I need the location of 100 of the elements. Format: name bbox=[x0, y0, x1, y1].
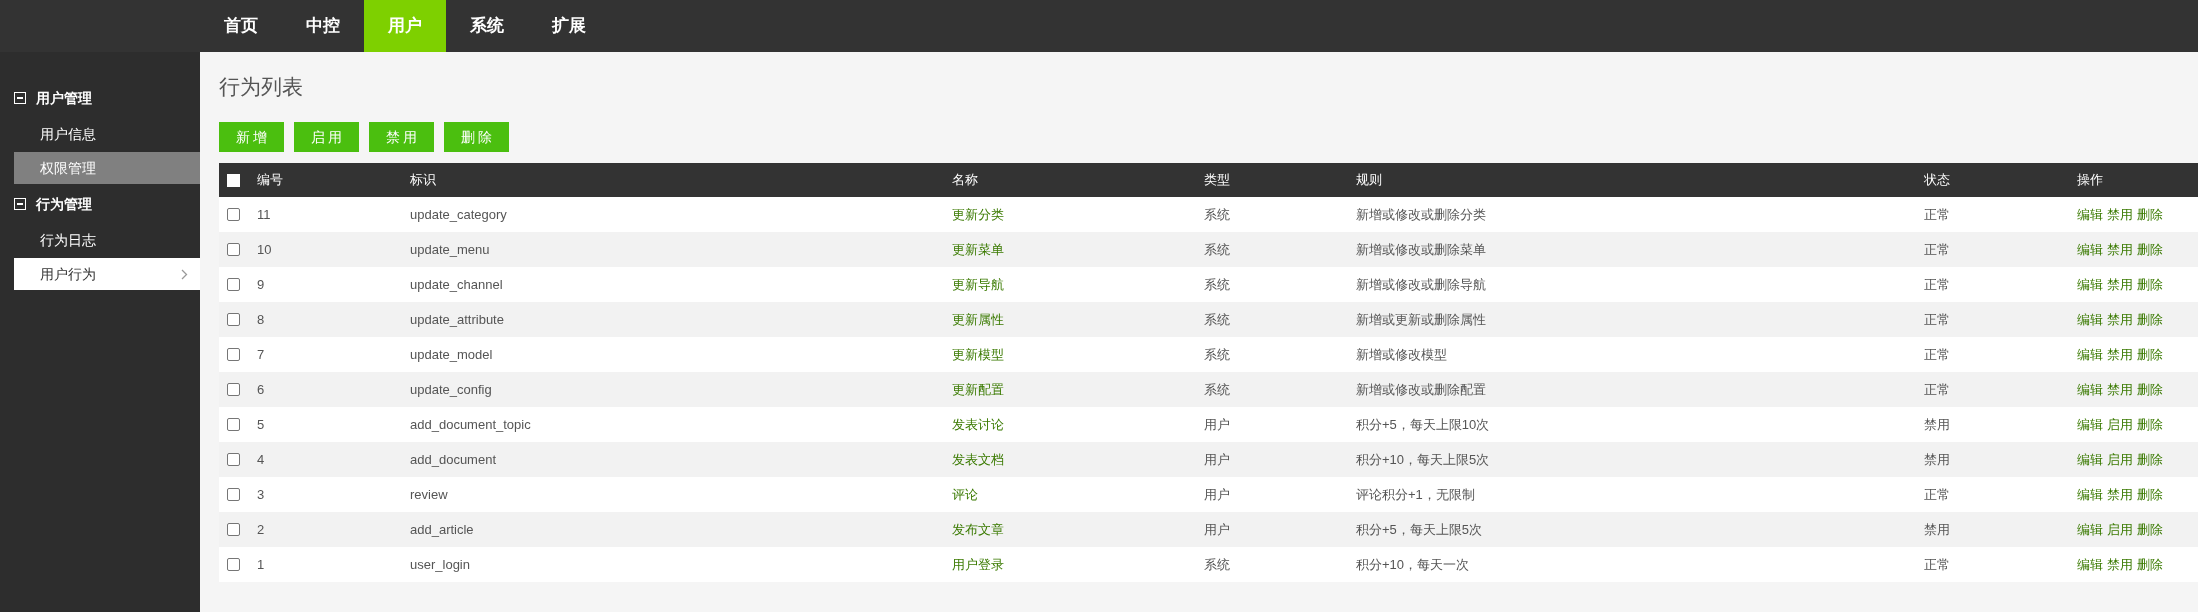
nav-tab[interactable]: 首页 bbox=[200, 0, 282, 52]
table-cell-text: 用户登录 bbox=[952, 555, 1005, 574]
sidebar-item[interactable]: 权限管理 bbox=[14, 152, 200, 184]
action-link[interactable]: 禁用 bbox=[2107, 204, 2133, 225]
sidebar-item[interactable]: 行为日志 bbox=[14, 224, 200, 256]
table-cell-text: 用户 bbox=[1204, 520, 1231, 539]
checkbox[interactable] bbox=[227, 558, 240, 571]
table-cell-text: 新增或修改或删除菜单 bbox=[1356, 240, 1487, 259]
table-cell-text: 11 bbox=[257, 205, 272, 224]
sidebar-item[interactable]: 用户信息 bbox=[14, 118, 200, 150]
column-header: 状态 bbox=[1924, 171, 1951, 190]
table-cell-text: 用户 bbox=[1204, 415, 1231, 434]
sidebar-group-title[interactable]: 行为管理 bbox=[36, 193, 92, 215]
sidebar-group-title[interactable]: 用户管理 bbox=[36, 87, 92, 109]
action-link[interactable]: 编辑 bbox=[2077, 309, 2103, 330]
table-cell-text: 系统 bbox=[1204, 205, 1231, 224]
action-link[interactable]: 禁用 bbox=[2107, 309, 2133, 330]
table-cell-text: 3 bbox=[257, 485, 266, 504]
action-link[interactable]: 编辑 bbox=[2077, 449, 2103, 470]
table-cell-text: 正常 bbox=[1924, 310, 1951, 329]
nav-tab[interactable]: 中控 bbox=[282, 0, 364, 52]
table-cell-text: 系统 bbox=[1204, 310, 1231, 329]
table-cell-text: 禁用 bbox=[1924, 415, 1951, 434]
action-link[interactable]: 禁用 bbox=[2107, 379, 2133, 400]
checkbox[interactable] bbox=[227, 488, 240, 501]
table-cell-text: 更新属性 bbox=[952, 310, 1005, 329]
action-link[interactable]: 编辑 bbox=[2077, 484, 2103, 505]
checkbox[interactable] bbox=[227, 383, 240, 396]
column-header: 编号 bbox=[257, 171, 284, 190]
nav-tab[interactable]: 扩展 bbox=[528, 0, 610, 52]
checkbox[interactable] bbox=[227, 453, 240, 466]
checkbox[interactable] bbox=[227, 418, 240, 431]
table-cell-text: 9 bbox=[257, 275, 266, 294]
action-link[interactable]: 禁用 bbox=[2107, 554, 2133, 575]
action-link[interactable]: 编辑 bbox=[2077, 379, 2103, 400]
collapse-icon[interactable] bbox=[14, 198, 26, 210]
action-link[interactable]: 删除 bbox=[2137, 484, 2163, 505]
table-cell-text: 新增或修改或删除分类 bbox=[1356, 205, 1487, 224]
action-link[interactable]: 删除 bbox=[2137, 239, 2163, 260]
checkbox[interactable] bbox=[227, 313, 240, 326]
table-cell-text: 正常 bbox=[1924, 345, 1951, 364]
action-link[interactable]: 禁用 bbox=[2107, 344, 2133, 365]
action-link[interactable]: 编辑 bbox=[2077, 239, 2103, 260]
table-cell-text: 2 bbox=[257, 520, 266, 539]
table-cell-text: 积分+5，每天上限10次 bbox=[1356, 415, 1491, 434]
checkbox[interactable] bbox=[227, 278, 240, 291]
action-link[interactable]: 删除 bbox=[2137, 309, 2163, 330]
table-cell-text: update_model bbox=[410, 345, 494, 364]
action-link[interactable]: 启用 bbox=[2107, 449, 2133, 470]
action-link[interactable]: 删除 bbox=[2137, 554, 2163, 575]
action-link[interactable]: 删除 bbox=[2137, 449, 2163, 470]
table-cell-text: 正常 bbox=[1924, 485, 1951, 504]
collapse-icon[interactable] bbox=[14, 92, 26, 104]
chevron-right-icon bbox=[181, 268, 188, 280]
table-cell-text: 10 bbox=[257, 240, 273, 259]
action-link[interactable]: 禁用 bbox=[2107, 484, 2133, 505]
action-link[interactable]: 删除 bbox=[2137, 204, 2163, 225]
table-cell-text: 新增或修改或删除配置 bbox=[1356, 380, 1487, 399]
sidebar-item[interactable]: 用户行为 bbox=[14, 258, 200, 290]
action-link[interactable]: 编辑 bbox=[2077, 519, 2103, 540]
action-link[interactable]: 编辑 bbox=[2077, 274, 2103, 295]
action-link[interactable]: 删除 bbox=[2137, 344, 2163, 365]
action-link[interactable]: 删除 bbox=[2137, 414, 2163, 435]
table-cell-text: 更新菜单 bbox=[952, 240, 1005, 259]
table-cell-text: update_config bbox=[410, 380, 493, 399]
action-link[interactable]: 禁用 bbox=[2107, 239, 2133, 260]
table-cell-text: 更新导航 bbox=[952, 275, 1005, 294]
table-cell-text: 正常 bbox=[1924, 240, 1951, 259]
action-link[interactable]: 禁用 bbox=[2107, 274, 2133, 295]
action-link[interactable]: 删除 bbox=[2137, 519, 2163, 540]
table-cell-text: 5 bbox=[257, 415, 266, 434]
action-link[interactable]: 编辑 bbox=[2077, 204, 2103, 225]
table-cell-text: 用户 bbox=[1204, 450, 1231, 469]
table-cell-text: 积分+10，每天一次 bbox=[1356, 555, 1471, 574]
table-cell-text: 正常 bbox=[1924, 205, 1951, 224]
action-link[interactable]: 启用 bbox=[2107, 414, 2133, 435]
checkbox[interactable] bbox=[227, 243, 240, 256]
table-cell-text: 禁用 bbox=[1924, 520, 1951, 539]
column-header: 操作 bbox=[2077, 171, 2104, 190]
checkbox[interactable] bbox=[227, 208, 240, 221]
table-cell-text: 用户 bbox=[1204, 485, 1231, 504]
checkbox[interactable] bbox=[227, 523, 240, 536]
table-cell-text: 正常 bbox=[1924, 555, 1951, 574]
checkbox[interactable] bbox=[227, 348, 240, 361]
action-link[interactable]: 删除 bbox=[2137, 379, 2163, 400]
table-cell-text: 系统 bbox=[1204, 555, 1231, 574]
column-header: 类型 bbox=[1204, 171, 1231, 190]
action-link[interactable]: 删除 bbox=[2137, 274, 2163, 295]
action-link[interactable]: 启用 bbox=[2107, 519, 2133, 540]
table-cell-text: 新增或修改或删除导航 bbox=[1356, 275, 1487, 294]
table-cell-text: 发表文档 bbox=[952, 450, 1005, 469]
column-header: 规则 bbox=[1356, 171, 1383, 190]
action-link[interactable]: 编辑 bbox=[2077, 344, 2103, 365]
table-cell-text: 正常 bbox=[1924, 275, 1951, 294]
action-link[interactable]: 编辑 bbox=[2077, 554, 2103, 575]
table-cell-text: update_menu bbox=[410, 240, 491, 259]
table-cell-text: 系统 bbox=[1204, 275, 1231, 294]
nav-tab[interactable]: 系统 bbox=[446, 0, 528, 52]
action-link[interactable]: 编辑 bbox=[2077, 414, 2103, 435]
table-cell-text: add_article bbox=[410, 520, 475, 539]
